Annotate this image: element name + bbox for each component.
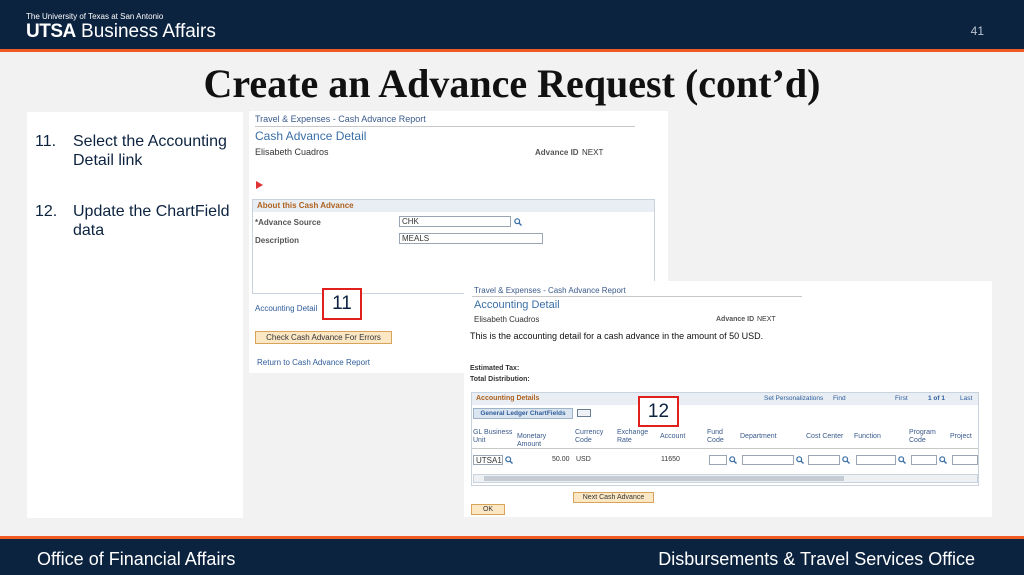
tab-general-ledger-chartfields[interactable]: General Ledger ChartFields bbox=[473, 408, 573, 419]
page-title: Accounting Detail bbox=[474, 299, 560, 311]
lookup-icon[interactable] bbox=[514, 218, 522, 226]
advance-id-label: Advance ID bbox=[716, 316, 755, 323]
flag-icon bbox=[256, 181, 263, 189]
description-input[interactable]: MEALS bbox=[399, 233, 543, 244]
slide-title: Create an Advance Request (cont’d) bbox=[203, 61, 821, 106]
divider bbox=[472, 448, 978, 449]
step-text: Update the ChartField data bbox=[73, 203, 230, 239]
breadcrumb[interactable]: Travel & Expenses - Cash Advance Report bbox=[474, 286, 626, 295]
footer-left: Office of Financial Affairs bbox=[37, 549, 236, 569]
lookup-icon[interactable] bbox=[729, 456, 737, 464]
header-bar: The University of Texas at San Antonio U… bbox=[0, 0, 1024, 52]
return-link[interactable]: Return to Cash Advance Report bbox=[257, 358, 370, 367]
description-label: Description bbox=[255, 236, 300, 245]
horizontal-scrollbar[interactable] bbox=[473, 474, 978, 483]
column-header: Currency Code bbox=[575, 429, 604, 444]
breadcrumb[interactable]: Travel & Expenses - Cash Advance Report bbox=[255, 114, 426, 124]
estimated-tax-label: Estimated Tax: bbox=[470, 365, 520, 372]
show-all-columns-icon[interactable] bbox=[577, 409, 591, 417]
step-text: Select the Accounting Detail link bbox=[73, 133, 227, 169]
step-number: 11. bbox=[35, 133, 57, 150]
page-number: 41 bbox=[970, 24, 984, 38]
step-number: 12. bbox=[35, 203, 58, 220]
footer-right: Disbursements & Travel Services Office bbox=[658, 549, 975, 569]
find-link[interactable]: Find bbox=[833, 395, 846, 402]
advance-id-value: NEXT bbox=[582, 148, 604, 157]
function-input[interactable] bbox=[856, 455, 896, 465]
lookup-icon[interactable] bbox=[505, 456, 513, 464]
monetary-amount: 50.00 bbox=[552, 456, 570, 463]
lookup-icon[interactable] bbox=[796, 456, 804, 464]
advance-id-value: NEXT bbox=[757, 316, 776, 323]
column-header: Monetary Amount bbox=[517, 433, 547, 448]
grid-title: Accounting Details bbox=[476, 395, 540, 402]
page-info: 1 of 1 bbox=[928, 395, 945, 402]
column-header: Project bbox=[950, 433, 972, 440]
department-input[interactable] bbox=[742, 455, 794, 465]
advance-source-label: *Advance Source bbox=[255, 218, 321, 227]
lookup-icon[interactable] bbox=[898, 456, 906, 464]
employee-name: Elisabeth Cuadros bbox=[255, 147, 329, 157]
footer-bar: Office of Financial Affairs Disbursement… bbox=[0, 536, 1024, 575]
callout-12: 12 bbox=[638, 396, 679, 427]
column-header: Program Code bbox=[909, 429, 936, 444]
accounting-detail-link[interactable]: Accounting Detail bbox=[255, 304, 317, 313]
program-code-input[interactable] bbox=[911, 455, 937, 465]
set-personalizations-link[interactable]: Set Personalizations bbox=[764, 395, 823, 402]
column-header: Account bbox=[660, 433, 686, 440]
fund-code-input[interactable] bbox=[709, 455, 727, 465]
lookup-icon[interactable] bbox=[939, 456, 947, 464]
university-name: The University of Texas at San Antonio bbox=[26, 12, 164, 21]
advance-id-label: Advance ID bbox=[535, 148, 579, 157]
next-cash-advance-button[interactable]: Next Cash Advance bbox=[573, 492, 654, 503]
ok-button[interactable]: OK bbox=[471, 504, 505, 515]
employee-name: Elisabeth Cuadros bbox=[474, 315, 540, 324]
callout-11: 11 bbox=[322, 288, 362, 320]
scrollbar-thumb[interactable] bbox=[484, 476, 844, 481]
total-distribution-label: Total Distribution: bbox=[470, 376, 530, 383]
project-input[interactable] bbox=[952, 455, 978, 465]
first-link[interactable]: First bbox=[895, 395, 908, 402]
brand-utsa: UTSA bbox=[26, 21, 76, 42]
brand-logo: UTSA Business Affairs bbox=[26, 21, 216, 43]
accounting-detail-screen: Travel & Expenses - Cash Advance Report … bbox=[464, 281, 992, 517]
lookup-icon[interactable] bbox=[842, 456, 850, 464]
instructions-panel: 11. Select the Accounting Detail link 12… bbox=[27, 112, 243, 518]
advance-source-input[interactable]: CHK bbox=[399, 216, 511, 227]
column-header: Fund Code bbox=[707, 429, 724, 444]
business-unit-input[interactable]: UTSA1 bbox=[473, 455, 503, 465]
currency-code: USD bbox=[576, 456, 591, 463]
brand-business-affairs: Business Affairs bbox=[81, 21, 216, 42]
account-value: 11650 bbox=[661, 456, 680, 463]
check-cash-advance-button[interactable]: Check Cash Advance For Errors bbox=[255, 331, 392, 344]
column-header: Department bbox=[740, 433, 777, 440]
page-title: Cash Advance Detail bbox=[255, 129, 367, 143]
divider bbox=[472, 296, 802, 297]
column-header: Cost Center bbox=[806, 433, 844, 440]
about-section bbox=[252, 199, 655, 294]
column-header: Function bbox=[854, 433, 881, 440]
divider bbox=[255, 126, 635, 127]
column-header: GL Business Unit bbox=[473, 429, 513, 444]
section-title: About this Cash Advance bbox=[253, 200, 654, 212]
column-header: Exchange Rate bbox=[617, 429, 649, 444]
last-link[interactable]: Last bbox=[960, 395, 972, 402]
cost-center-input[interactable] bbox=[808, 455, 840, 465]
info-text: This is the accounting detail for a cash… bbox=[470, 331, 764, 341]
